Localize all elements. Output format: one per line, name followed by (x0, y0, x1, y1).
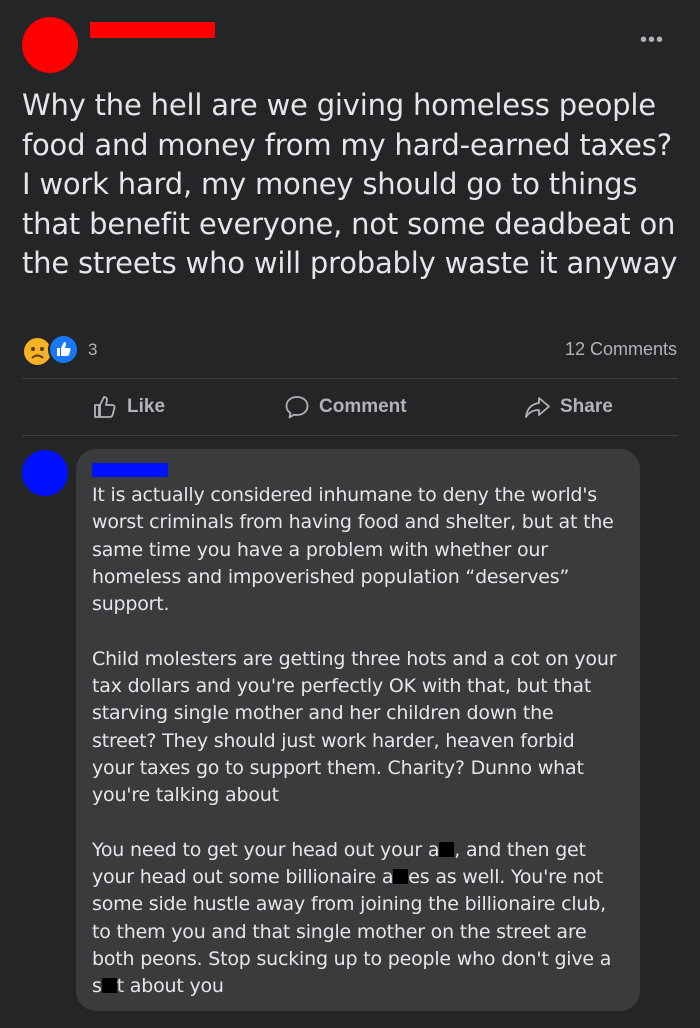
like-button[interactable]: Like (92, 389, 165, 425)
like-icon (94, 396, 116, 418)
share-button[interactable]: Share (524, 389, 613, 425)
comment-paragraph: Child molesters are getting three hots a… (92, 647, 617, 807)
ellipsis-icon[interactable]: ••• (638, 30, 666, 50)
comment-paragraph: You need to get your head out your a, an… (92, 837, 622, 1001)
comment-icon (285, 396, 309, 419)
share-icon (525, 397, 550, 418)
divider (22, 435, 678, 436)
comment-button[interactable]: Comment (284, 389, 407, 425)
comments-count-link[interactable]: 12 Comments (565, 339, 677, 360)
like-reaction-icon (48, 334, 79, 365)
share-label: Share (560, 396, 613, 417)
poster-name-redacted[interactable] (90, 22, 215, 38)
poster-avatar-redacted[interactable] (22, 17, 78, 73)
commenter-name-redacted[interactable] (92, 463, 168, 477)
commenter-avatar-redacted[interactable] (22, 450, 68, 496)
comment-text-segment: t about you (116, 975, 224, 998)
censor-block (101, 978, 117, 994)
facebook-post: ••• Why the hell are we giving homeless … (0, 0, 700, 1011)
divider (22, 378, 678, 379)
comment-paragraph: It is actually considered inhumane to de… (92, 484, 614, 616)
comment-text: It is actually considered inhumane to de… (92, 482, 622, 1028)
comment-label: Comment (319, 396, 407, 417)
post-text: Why the hell are we giving homeless peop… (22, 88, 678, 280)
comment-text-segment: You need to get your head out your a (92, 838, 440, 861)
censor-block (393, 869, 409, 885)
reaction-count: 3 (88, 340, 98, 359)
censor-block (439, 841, 455, 857)
like-label: Like (127, 396, 166, 417)
